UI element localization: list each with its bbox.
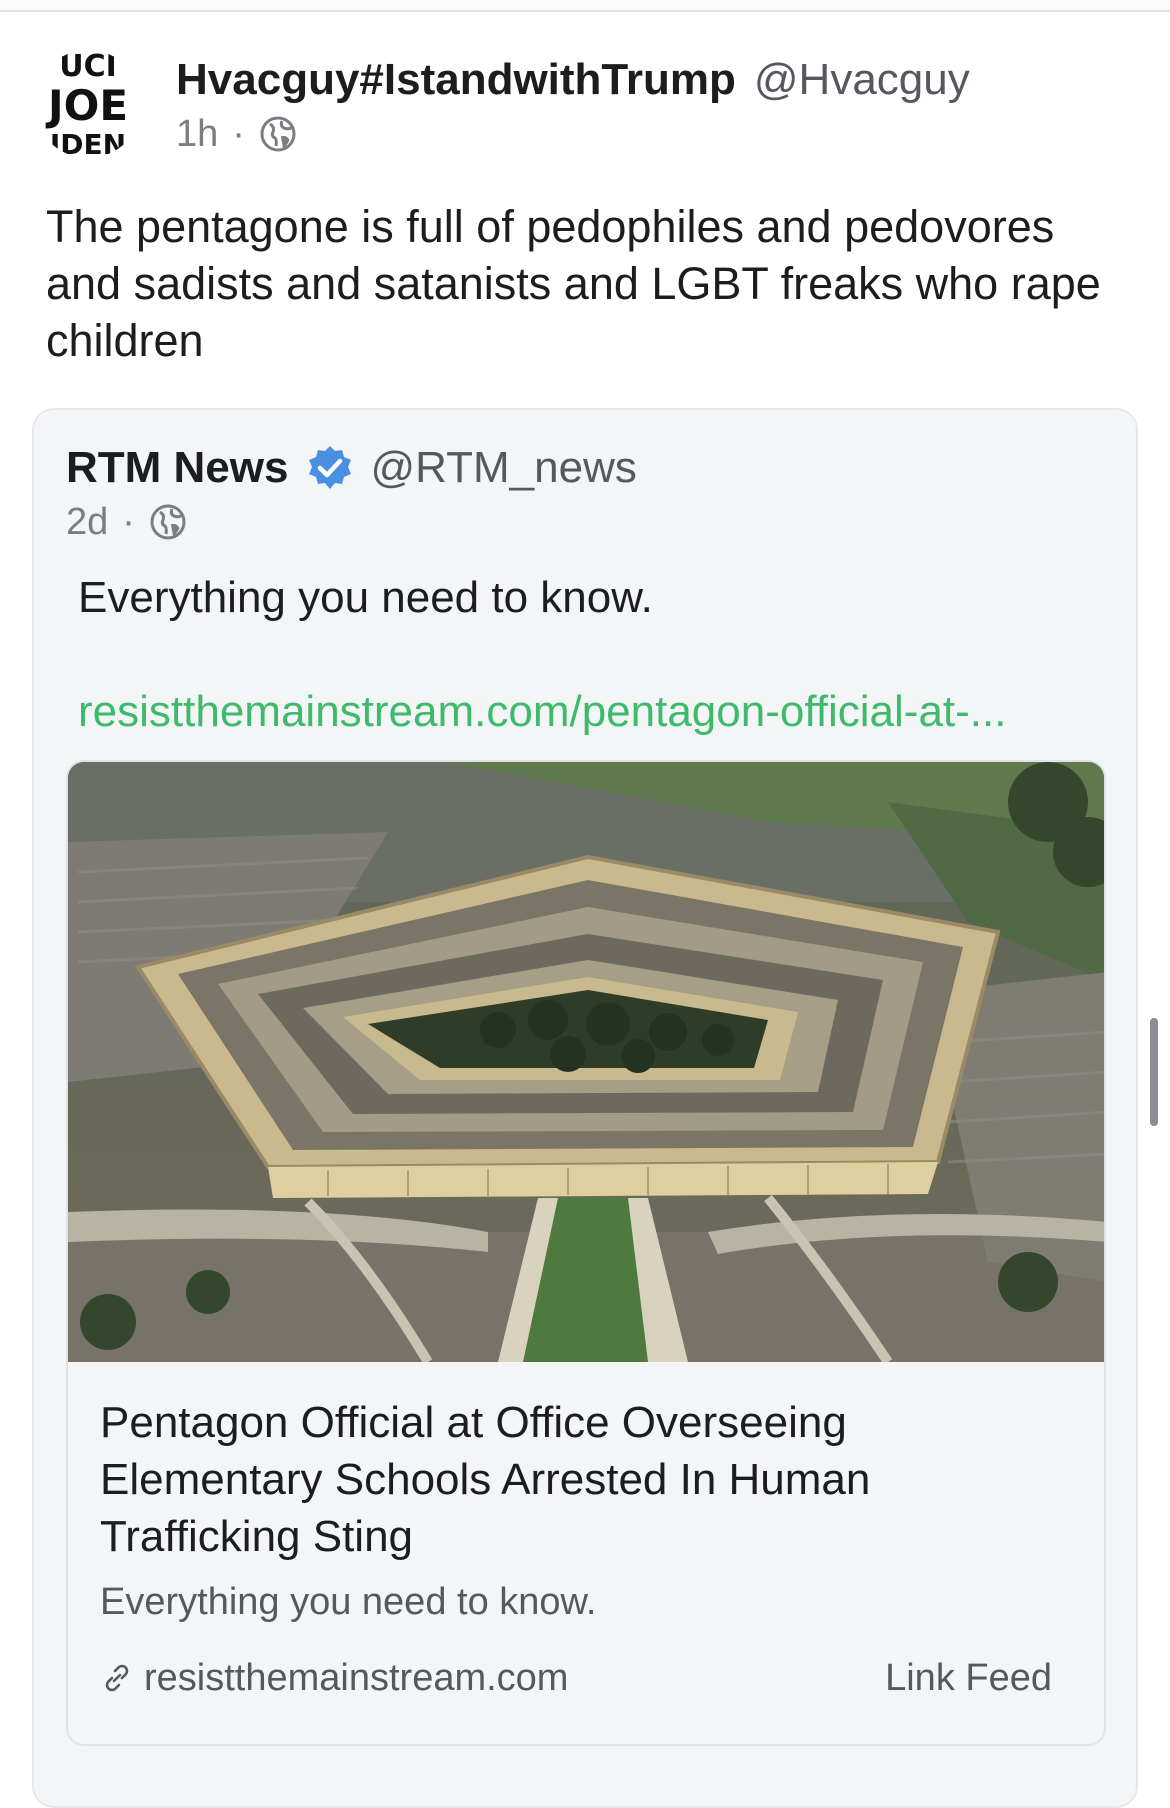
quoted-text: Everything you need to know. [78, 573, 653, 622]
meta-separator: · [122, 501, 135, 543]
link-card-title[interactable]: Pentagon Official at Office Overseeing E… [100, 1394, 1060, 1565]
post-author-handle[interactable]: @Hvacguy [754, 55, 970, 104]
meta-separator: · [232, 113, 245, 155]
author-avatar[interactable]: UCI JOE IDEN [34, 50, 142, 158]
link-card-domain[interactable]: resistthemainstream.com [100, 1656, 568, 1700]
globe-icon [260, 116, 296, 152]
avatar-text-top: UCI [59, 50, 117, 84]
quoted-author-handle[interactable]: @RTM_news [370, 442, 636, 494]
link-icon [105, 1664, 129, 1692]
verified-badge-icon [309, 446, 352, 489]
avatar-text-middle: JOE [45, 81, 128, 130]
quoted-author-line: RTM News @RTM_news [66, 442, 637, 494]
link-card-footer: resistthemainstream.com Link Feed [100, 1656, 1052, 1700]
post-time[interactable]: 1h [176, 112, 218, 156]
top-divider [0, 0, 1170, 12]
link-preview-card[interactable]: Pentagon Official at Office Overseeing E… [66, 760, 1106, 1746]
avatar-image: UCI JOE IDEN [34, 50, 142, 158]
quoted-time[interactable]: 2d [66, 500, 108, 544]
pentagon-aerial-photo [68, 762, 1104, 1362]
quoted-meta: 2d · [66, 500, 187, 544]
globe-icon [150, 504, 186, 540]
quoted-author-name[interactable]: RTM News [66, 442, 288, 494]
link-card-domain-text: resistthemainstream.com [144, 1657, 569, 1699]
link-card-description: Everything you need to know. [100, 1581, 597, 1623]
link-card-source-label[interactable]: Link Feed [885, 1656, 1052, 1700]
post-text: The pentagone is full of pedophiles and … [46, 201, 1101, 366]
quoted-post[interactable]: RTM News @RTM_news 2d · Everything you n… [32, 408, 1138, 1808]
quoted-link[interactable]: resistthemainstream.com/pentagon-officia… [78, 686, 1088, 738]
post-author-name[interactable]: Hvacguy#IstandwithTrump [176, 55, 736, 104]
scrollbar-thumb[interactable] [1150, 1018, 1158, 1126]
post-meta: 1h · [176, 112, 297, 156]
avatar-text-bottom: IDEN [50, 128, 126, 158]
post-author-line: Hvacguy#IstandwithTrump @Hvacguy [176, 54, 970, 106]
